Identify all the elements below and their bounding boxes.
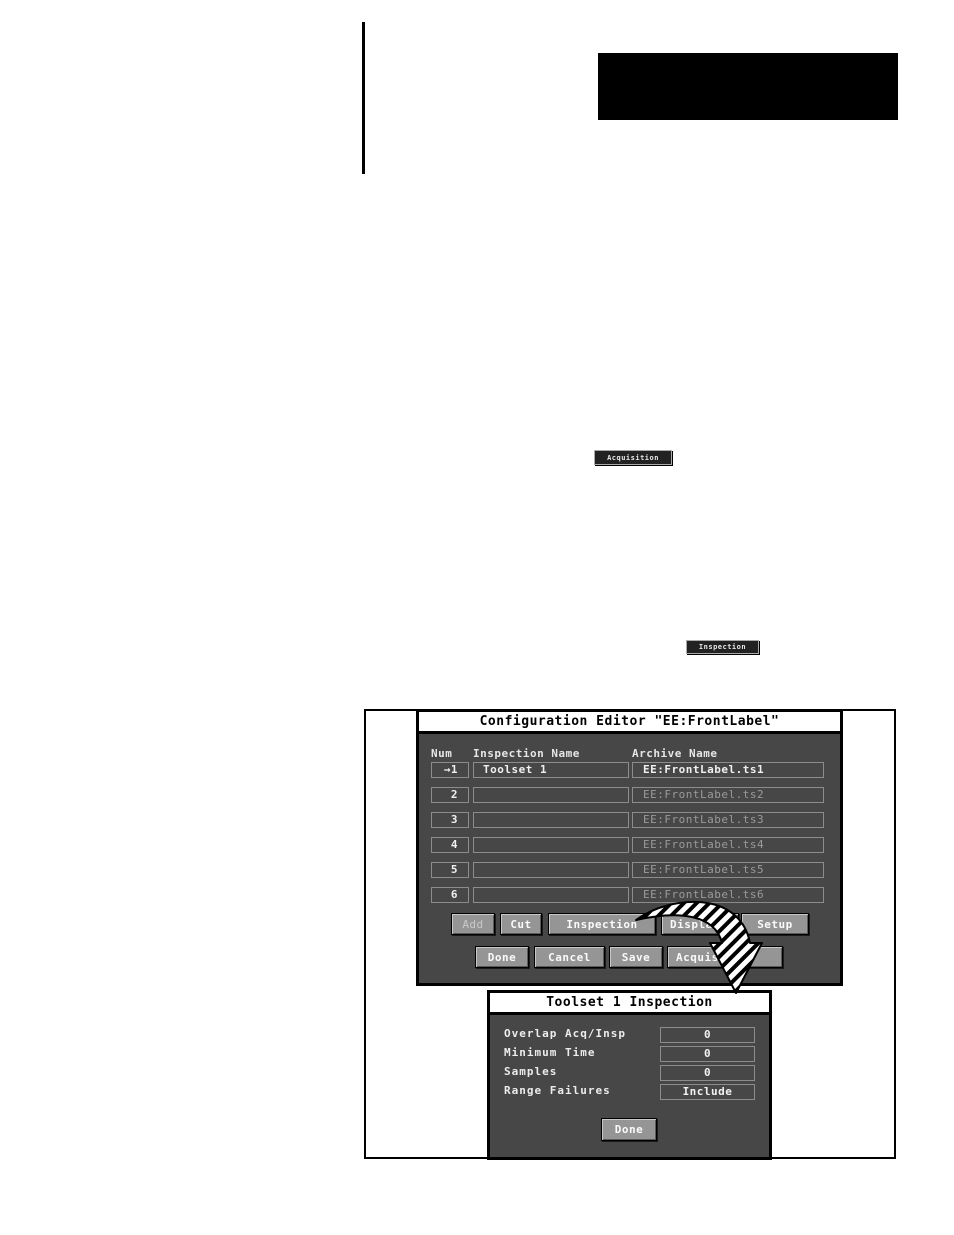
cancel-button[interactable]: Cancel [534, 946, 605, 968]
archive-name-field[interactable]: EE:FrontLabel.ts5 [632, 862, 824, 878]
inspection-field-value[interactable]: Include [660, 1084, 755, 1100]
archive-name-field[interactable]: EE:FrontLabel.ts1 [632, 762, 824, 778]
done-button[interactable]: Done [475, 946, 529, 968]
toolset-inspection-dialog: Toolset 1 Inspection Overlap Acq/Insp 0 M… [487, 990, 772, 1160]
inspection-field-label: Overlap Acq/Insp [504, 1027, 626, 1040]
archive-name-field[interactable]: EE:FrontLabel.ts2 [632, 787, 824, 803]
inspection-name-field[interactable] [473, 787, 629, 803]
row-num-field[interactable]: 3 [431, 812, 469, 828]
inspection-field-label: Samples [504, 1065, 558, 1078]
column-header-num: Num [431, 747, 453, 760]
inspection-name-field[interactable] [473, 862, 629, 878]
inspection-field-value[interactable]: 0 [660, 1046, 755, 1062]
archive-name-field[interactable]: EE:FrontLabel.ts4 [632, 837, 824, 853]
column-header-inspection-name: Inspection Name [473, 747, 580, 760]
inspection-done-button[interactable]: Done [601, 1118, 657, 1141]
row-num-field[interactable]: 5 [431, 862, 469, 878]
margin-rule [362, 22, 365, 174]
inspection-field-value[interactable]: 0 [660, 1027, 755, 1043]
inline-inspection-button-image: Inspection [686, 640, 759, 654]
add-button[interactable]: Add [451, 913, 495, 935]
inspection-name-field[interactable] [473, 837, 629, 853]
row-num-field[interactable]: 2 [431, 787, 469, 803]
inspection-field-label: Minimum Time [504, 1046, 596, 1059]
chapter-tab-block [598, 53, 898, 120]
inspection-name-field[interactable] [473, 812, 629, 828]
row-num-field[interactable]: →1 [431, 762, 469, 778]
curved-arrow-icon [635, 900, 763, 994]
inspection-name-field[interactable]: Toolset 1 [473, 762, 629, 778]
row-num-field[interactable]: 4 [431, 837, 469, 853]
column-header-archive-name: Archive Name [632, 747, 718, 760]
configuration-editor-title: Configuration Editor "EE:FrontLabel" [419, 712, 840, 734]
toolset-inspection-title: Toolset 1 Inspection [490, 993, 769, 1015]
row-num-field[interactable]: 6 [431, 887, 469, 903]
inline-acquisition-button-image: Acquisition [594, 450, 672, 465]
inspection-field-value[interactable]: 0 [660, 1065, 755, 1081]
cut-button[interactable]: Cut [500, 913, 542, 935]
inspection-field-label: Range Failures [504, 1084, 611, 1097]
archive-name-field[interactable]: EE:FrontLabel.ts3 [632, 812, 824, 828]
